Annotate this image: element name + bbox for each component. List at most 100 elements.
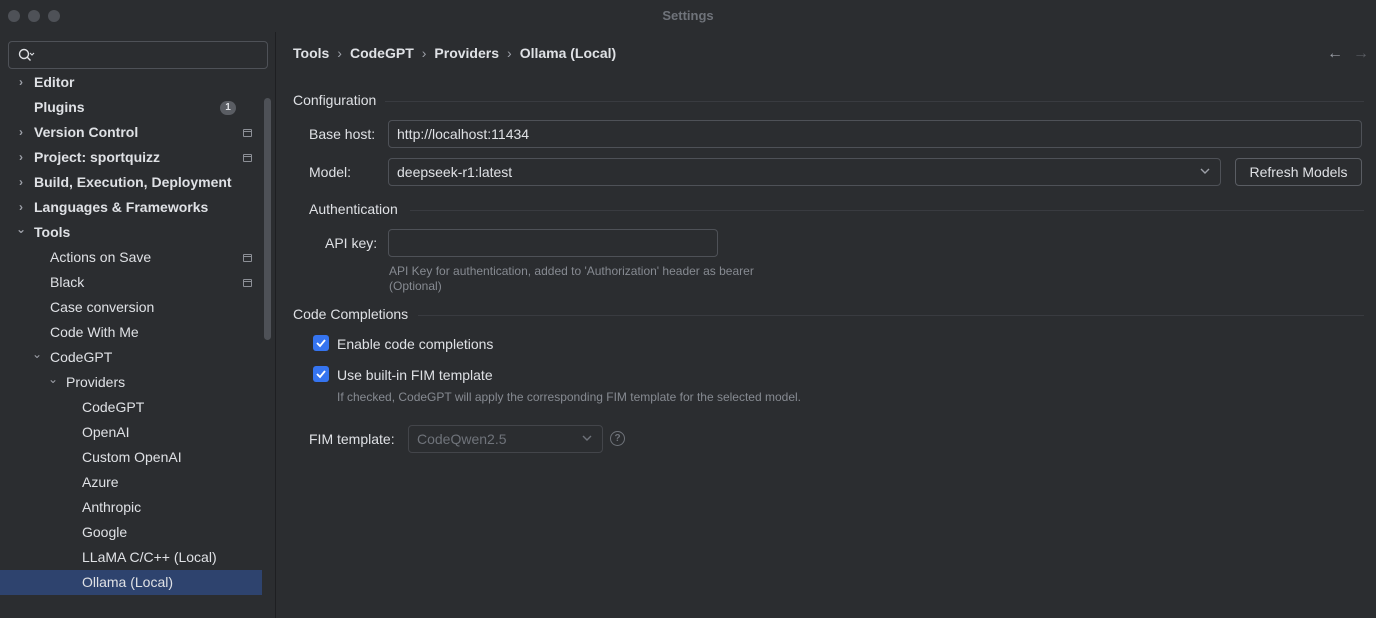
enable-code-completions-checkbox[interactable] bbox=[313, 335, 329, 351]
sidebar-item[interactable]: OpenAI bbox=[0, 420, 262, 445]
sidebar-item-label: Anthropic bbox=[82, 499, 142, 515]
sidebar-item-label: LLaMA C/C++ (Local) bbox=[82, 549, 217, 565]
sidebar-item[interactable]: Code With Me bbox=[0, 320, 262, 345]
use-builtin-fim-checkbox[interactable] bbox=[313, 366, 329, 382]
sidebar-item-label: Editor bbox=[34, 74, 75, 90]
sidebar-item[interactable]: Azure bbox=[0, 470, 262, 495]
sidebar-item[interactable]: Case conversion bbox=[0, 295, 262, 320]
chevron-down-icon[interactable]: ⌄ bbox=[30, 345, 44, 370]
chevron-right-icon[interactable]: › bbox=[14, 120, 28, 145]
sidebar-item-label: Custom OpenAI bbox=[82, 449, 182, 465]
sidebar-item[interactable]: Actions on Save bbox=[0, 245, 262, 270]
breadcrumb-separator-icon: › bbox=[337, 45, 342, 61]
window-title: Settings bbox=[662, 8, 714, 23]
configuration-section-title: Configuration bbox=[293, 92, 377, 108]
project-level-icon bbox=[243, 154, 252, 162]
title-bar: Settings bbox=[0, 0, 1376, 32]
sidebar-item-label: Azure bbox=[82, 474, 119, 490]
refresh-models-button[interactable]: Refresh Models bbox=[1235, 158, 1362, 186]
chevron-down-icon[interactable]: ⌄ bbox=[14, 220, 28, 245]
sidebar-item-label: OpenAI bbox=[82, 424, 130, 440]
settings-sidebar: › Editor Plugins 1 › Version Control › Project:… bbox=[0, 32, 276, 618]
sidebar-item[interactable]: Anthropic bbox=[0, 495, 262, 520]
sidebar-item[interactable]: › Build, Execution, Deployment bbox=[0, 170, 262, 195]
breadcrumb-item[interactable]: Ollama (Local) bbox=[520, 45, 616, 61]
sidebar-item[interactable]: ⌄ CodeGPT bbox=[0, 345, 262, 370]
authentication-section-title: Authentication bbox=[309, 201, 398, 217]
section-divider bbox=[385, 101, 1364, 102]
breadcrumb: Tools › CodeGPT › Providers › Ollama (Local) bbox=[293, 45, 616, 63]
project-level-icon bbox=[243, 254, 252, 262]
checkmark-icon bbox=[316, 370, 326, 379]
fim-template-select[interactable]: CodeQwen2.5 bbox=[408, 425, 603, 453]
api-key-hint: API Key for authentication, added to 'Au… bbox=[389, 264, 754, 278]
back-arrow-icon[interactable]: ← bbox=[1327, 45, 1343, 63]
api-key-field[interactable] bbox=[388, 229, 718, 257]
base-host-field[interactable] bbox=[388, 120, 1362, 148]
sidebar-item-label: Google bbox=[82, 524, 128, 540]
sidebar-item[interactable]: ⌄ Tools bbox=[0, 220, 262, 245]
sidebar-scrollbar[interactable] bbox=[264, 98, 271, 340]
sidebar-item[interactable]: Google bbox=[0, 520, 262, 545]
sidebar-item-label: Providers bbox=[66, 374, 126, 390]
breadcrumb-separator-icon: › bbox=[421, 45, 427, 61]
breadcrumb-item[interactable]: CodeGPT bbox=[350, 45, 414, 61]
checkmark-icon bbox=[316, 339, 326, 348]
sidebar-item-label: Code With Me bbox=[50, 324, 139, 340]
help-icon[interactable]: ? bbox=[610, 431, 625, 446]
chevron-right-icon[interactable]: › bbox=[14, 170, 28, 195]
breadcrumb-item[interactable]: Providers bbox=[434, 45, 499, 61]
sidebar-item[interactable]: Black bbox=[0, 270, 262, 295]
model-label: Model: bbox=[309, 164, 352, 180]
sidebar-item[interactable]: CodeGPT bbox=[0, 395, 262, 420]
sidebar-item-label: Languages & Frameworks bbox=[34, 199, 209, 215]
search-box[interactable] bbox=[8, 41, 268, 69]
model-select-value: deepseek-r1:latest bbox=[397, 164, 513, 180]
model-select[interactable]: deepseek-r1:latest bbox=[388, 158, 1221, 186]
sidebar-item[interactable]: LLaMA C/C++ (Local) bbox=[0, 545, 262, 570]
fim-template-value: CodeQwen2.5 bbox=[417, 431, 507, 447]
api-key-optional-hint: (Optional) bbox=[389, 279, 442, 293]
sidebar-item-label: Tools bbox=[34, 224, 71, 240]
sidebar-item[interactable]: Custom OpenAI bbox=[0, 445, 262, 470]
breadcrumb-separator-icon: › bbox=[507, 45, 512, 61]
sidebar-item-label: Build, Execution, Deployment bbox=[34, 174, 232, 190]
project-level-icon bbox=[243, 279, 252, 287]
api-key-label: API key: bbox=[325, 235, 378, 251]
settings-content: Tools › CodeGPT › Providers › Ollama (Local) ←… bbox=[277, 32, 1376, 618]
sidebar-item-label: Project: sportquizz bbox=[34, 149, 161, 165]
sidebar-item[interactable]: Ollama (Local) bbox=[0, 570, 262, 595]
plugins-update-badge: 1 bbox=[220, 101, 236, 115]
sidebar-item-label: Plugins bbox=[34, 99, 85, 115]
search-input[interactable] bbox=[39, 45, 261, 65]
enable-code-completions-label[interactable]: Enable code completions bbox=[337, 336, 493, 352]
chevron-right-icon[interactable]: › bbox=[14, 70, 28, 95]
project-level-icon bbox=[243, 129, 252, 137]
sidebar-item-label: Actions on Save bbox=[50, 249, 152, 265]
base-host-label: Base host: bbox=[309, 126, 376, 142]
use-builtin-fim-label[interactable]: Use built-in FIM template bbox=[337, 367, 493, 383]
sidebar-item[interactable]: › Version Control bbox=[0, 120, 262, 145]
chevron-right-icon[interactable]: › bbox=[14, 195, 28, 220]
chevron-right-icon[interactable]: › bbox=[14, 145, 28, 170]
search-icon bbox=[18, 48, 35, 61]
fim-template-label: FIM template: bbox=[309, 431, 395, 447]
settings-tree: › Editor Plugins 1 › Version Control › Project:… bbox=[0, 70, 262, 618]
sidebar-item[interactable]: ⌄ Providers bbox=[0, 370, 262, 395]
section-divider bbox=[410, 210, 1364, 211]
section-divider bbox=[418, 315, 1364, 316]
chevron-down-icon bbox=[1200, 168, 1210, 174]
sidebar-item[interactable]: › Languages & Frameworks bbox=[0, 195, 262, 220]
sidebar-item-label: Case conversion bbox=[50, 299, 155, 315]
code-completions-section-title: Code Completions bbox=[293, 306, 409, 322]
sidebar-item-label: CodeGPT bbox=[50, 349, 113, 365]
sidebar-item-label: Ollama (Local) bbox=[82, 574, 174, 590]
sidebar-item[interactable]: › Project: sportquizz bbox=[0, 145, 262, 170]
chevron-down-icon bbox=[582, 435, 592, 441]
fim-hint: If checked, CodeGPT will apply the corre… bbox=[337, 390, 802, 404]
sidebar-item[interactable]: › Editor bbox=[0, 70, 262, 95]
forward-arrow-icon[interactable]: → bbox=[1353, 45, 1369, 63]
chevron-down-icon[interactable]: ⌄ bbox=[46, 370, 60, 395]
sidebar-item[interactable]: Plugins 1 bbox=[0, 95, 262, 120]
breadcrumb-item[interactable]: Tools bbox=[293, 45, 329, 61]
